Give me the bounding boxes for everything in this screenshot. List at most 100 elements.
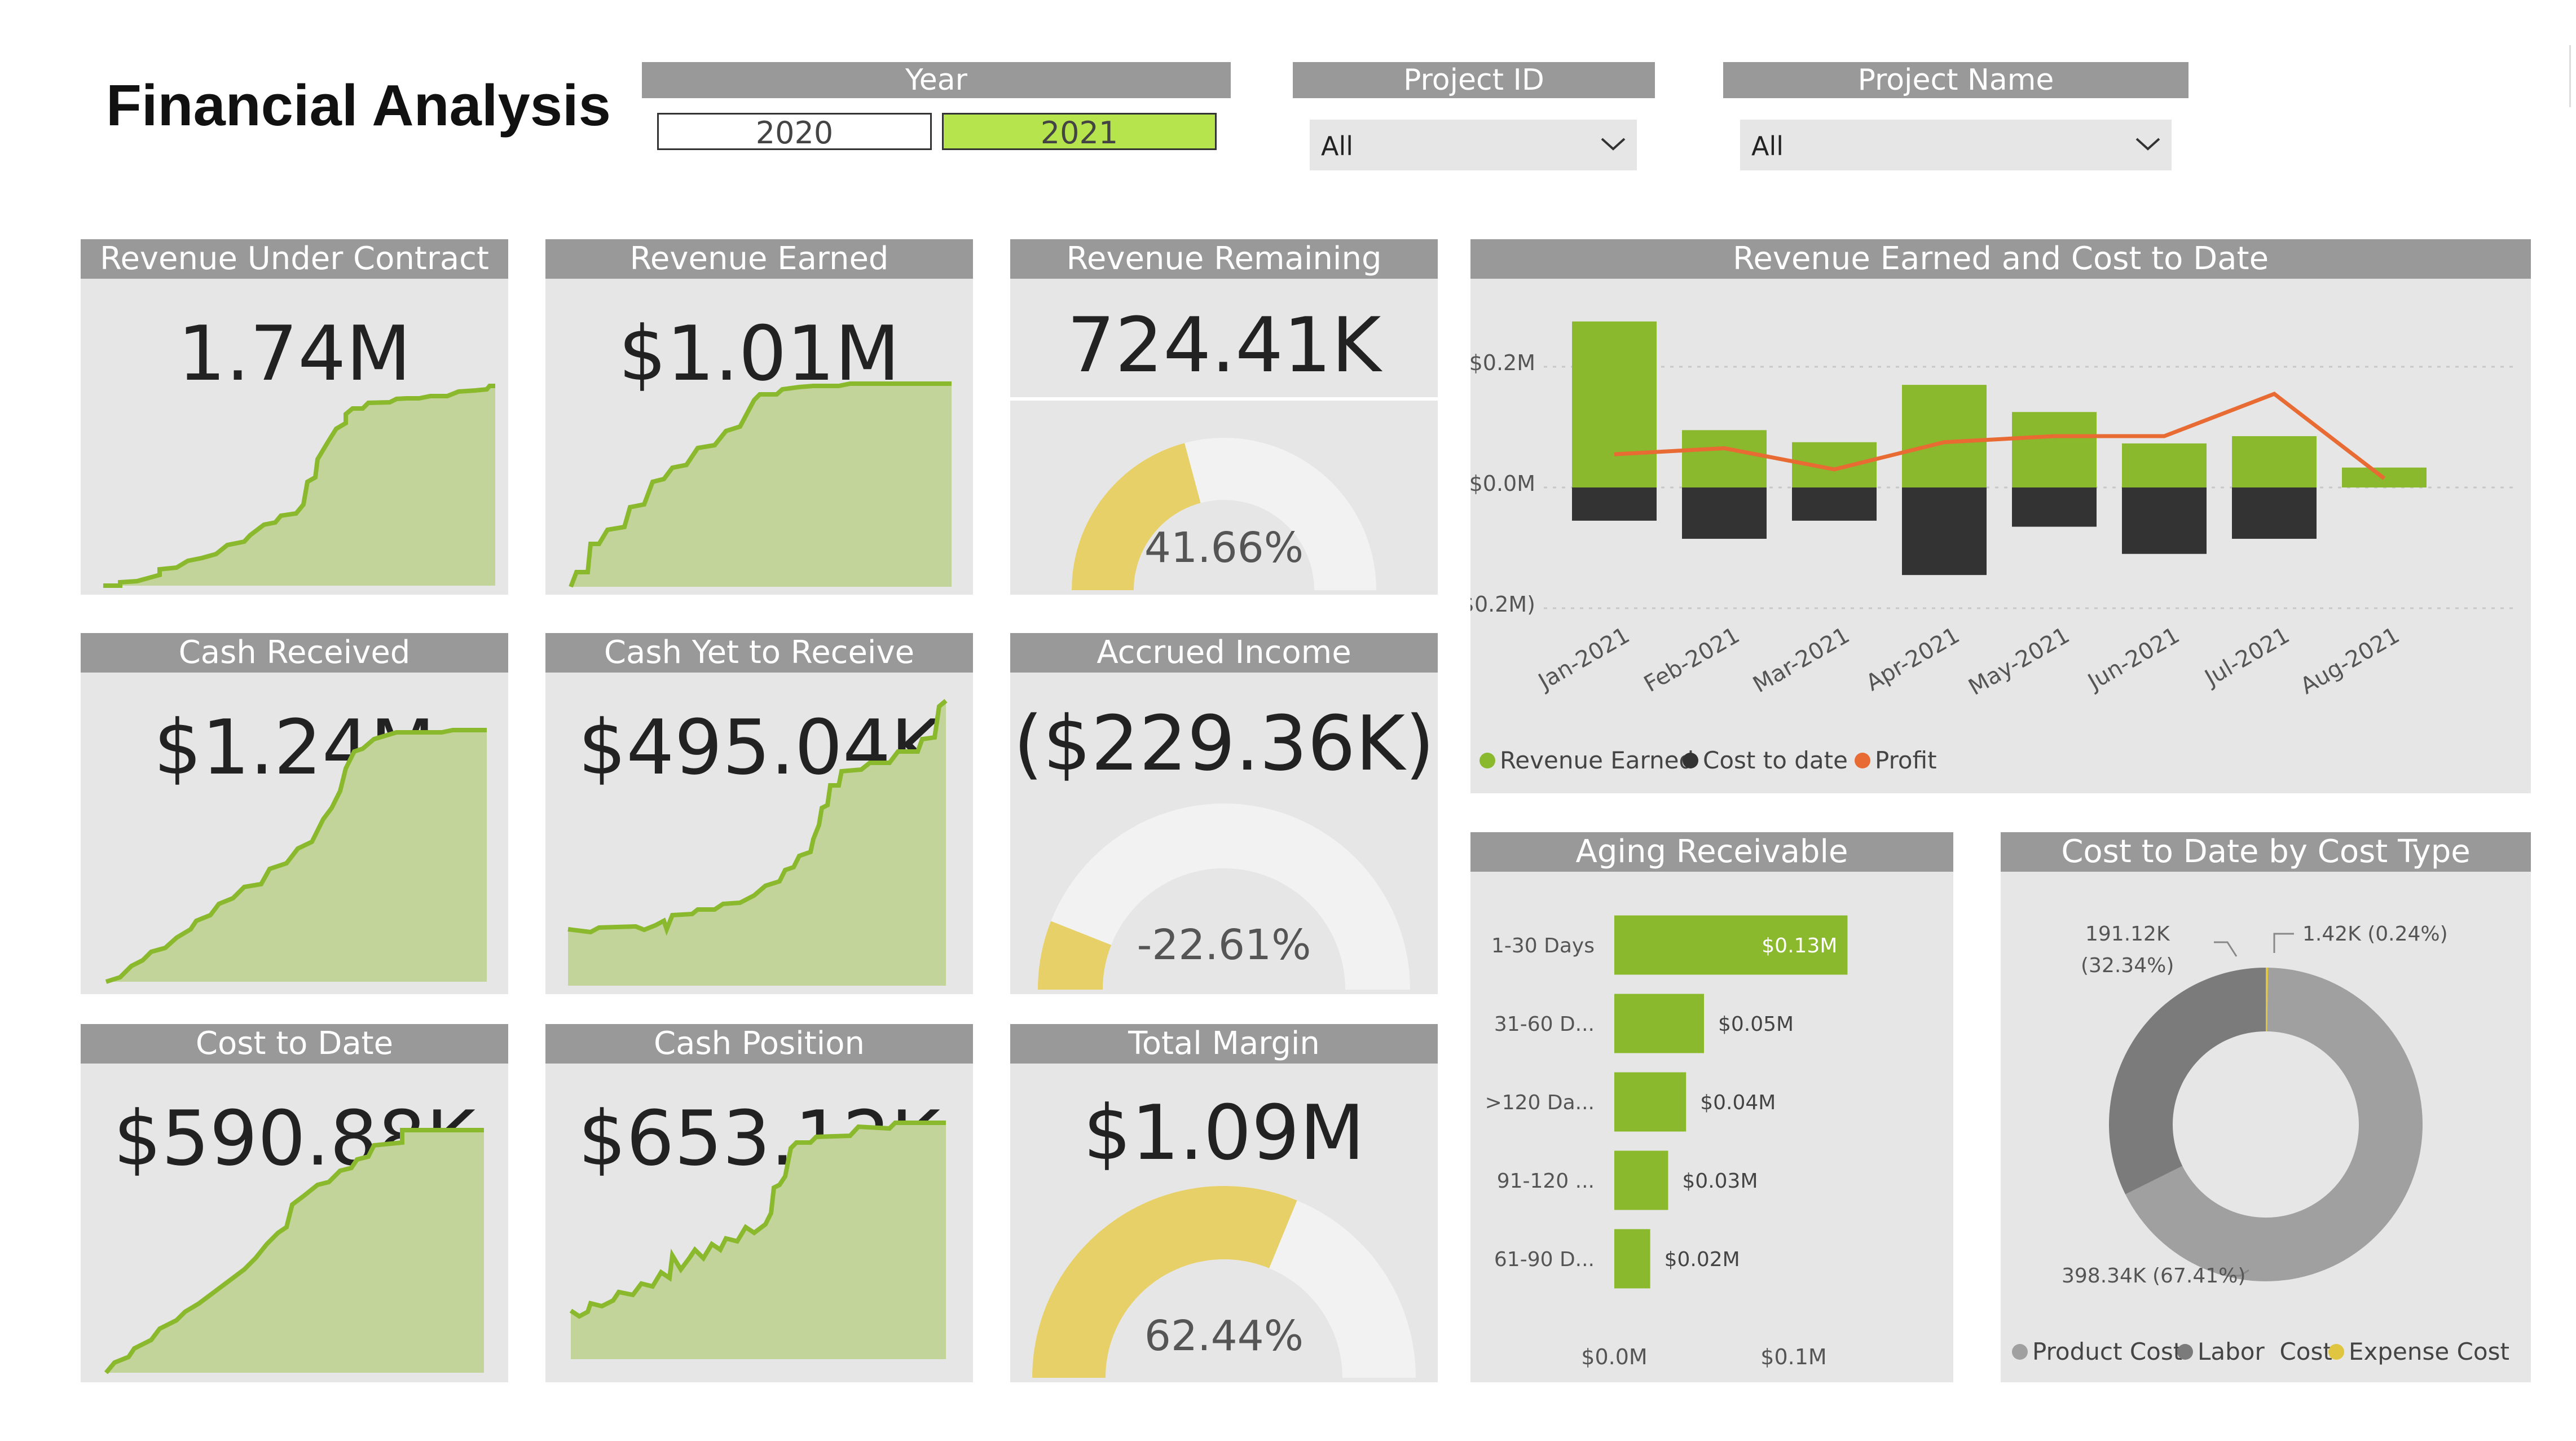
x-tick-label: Feb-2021 (1640, 622, 1744, 697)
cost-bar[interactable] (2012, 487, 2097, 527)
cost-bar[interactable] (2232, 487, 2317, 539)
cost-bar[interactable] (1902, 487, 1987, 575)
cost-bar[interactable] (1682, 487, 1767, 539)
kpi-card-body: $1.01M (545, 279, 973, 595)
kpi-card-cash-position[interactable]: Cash Position $653.12K (545, 1024, 973, 1382)
legend-dot-cost-to-date (1683, 753, 1698, 768)
cost-bar[interactable] (2122, 487, 2207, 554)
chevron-down-icon (2135, 138, 2160, 151)
gauge-percent: 41.66% (1144, 524, 1304, 572)
legend-label: Expense Cost (2349, 1338, 2509, 1365)
slice-label-labor: 191.12K (32.34%) (2081, 922, 2174, 977)
year-option-2021[interactable]: 2021 (942, 113, 1217, 151)
kpi-card-cost-to-date[interactable]: Cost to Date $590.88K (81, 1024, 508, 1382)
gauge-card-total-margin[interactable]: Total Margin $1.09M 62.44% (1010, 1024, 1438, 1382)
aging-receivable-card[interactable]: Aging Receivable 1-30 Days $0.13M 31-60 D.… (1470, 832, 1953, 1382)
gauge-percent: -22.61% (1137, 921, 1311, 969)
kpi-card-title: Revenue Under Contract (81, 239, 508, 279)
combo-chart-title: Revenue Earned and Cost to Date (1470, 239, 2531, 279)
gauge-card-accrued-income[interactable]: Accrued Income ($229.36K) -22.61% (1010, 633, 1438, 994)
combo-chart-body: $0.2M $0.0M ($0.2M) Jan-2021Feb-2021Mar-… (1470, 279, 2531, 793)
combo-legend[interactable]: Revenue Earned Cost to date Profit (1479, 746, 1937, 774)
combo-chart-card[interactable]: Revenue Earned and Cost to Date $0.2M $0… (1470, 239, 2531, 793)
gauge-value-panel: 724.41K (1010, 279, 1438, 397)
gauge-percent: 62.44% (1144, 1312, 1304, 1360)
category-label: 31-60 D... (1494, 1013, 1595, 1036)
x-tick-label: $0.1M (1760, 1345, 1826, 1369)
kpi-card-body: $495.04K (545, 673, 973, 994)
kpi-card-body: 1.74M (81, 279, 508, 595)
legend-dot-revenue-earned (1479, 753, 1495, 768)
gauge-card-title: Total Margin (1010, 1024, 1438, 1064)
legend-dot-profit (1855, 753, 1870, 768)
cost-bar[interactable] (1792, 487, 1877, 521)
kpi-sparkline (104, 1128, 484, 1374)
aging-bar[interactable] (1614, 1072, 1686, 1132)
kpi-card-title: Cash Yet to Receive (545, 633, 973, 673)
kpi-sparkline (569, 381, 952, 588)
combo-chart-plot: $0.2M $0.0M ($0.2M) Jan-2021Feb-2021Mar-… (1470, 321, 2514, 774)
legend-label: Product Cost (2032, 1338, 2182, 1365)
x-tick-label: Aug-2021 (2296, 622, 2404, 700)
kpi-card-body: $653.12K (545, 1064, 973, 1382)
chevron-down-icon (1601, 138, 1626, 151)
project-name-header: Project Name (1723, 62, 2189, 98)
donut-chart-title: Cost to Date by Cost Type (2001, 832, 2531, 872)
aging-chart-plot: 1-30 Days $0.13M 31-60 D... $0.05M >120 Da..… (1485, 915, 1848, 1369)
x-tick-label: Mar-2021 (1749, 622, 1854, 698)
gauge-body: $1.09M 62.44% (1010, 1064, 1438, 1382)
data-label: $0.05M (1718, 1013, 1794, 1036)
kpi-card-revenue-under-contract[interactable]: Revenue Under Contract 1.74M (81, 239, 508, 595)
x-tick-label: Jan-2021 (1533, 622, 1634, 696)
x-tick-label: Jul-2021 (2199, 622, 2294, 692)
legend-label: Revenue Earned (1500, 746, 1694, 774)
slice-label-product: 398.34K (67.41%) (2062, 1264, 2245, 1288)
x-tick-label: Apr-2021 (1862, 622, 1964, 696)
cost-type-card[interactable]: Cost to Date by Cost Type 191.12K (32.34%… (2001, 832, 2531, 1382)
revenue-bar[interactable] (2122, 443, 2207, 487)
kpi-card-cash-yet-to-receive[interactable]: Cash Yet to Receive $495.04K (545, 633, 973, 994)
donut-chart-plot: 191.12K (32.34%) 1.42K (0.24%) 398.34K (6… (2012, 922, 2509, 1365)
donut-slice[interactable] (2109, 968, 2266, 1194)
cost-bar[interactable] (1572, 487, 1657, 521)
revenue-bar[interactable] (2012, 412, 2097, 487)
data-label: $0.13M (1762, 934, 1837, 957)
category-label: 91-120 ... (1497, 1170, 1595, 1193)
revenue-bar[interactable] (1682, 430, 1767, 487)
y-tick-label: $0.2M (1470, 350, 1535, 375)
aging-bar[interactable] (1614, 994, 1704, 1053)
gauge-value: 724.41K (1067, 301, 1381, 389)
kpi-card-revenue-earned[interactable]: Revenue Earned $1.01M (545, 239, 973, 595)
gauge-card-revenue-remaining[interactable]: Revenue Remaining 724.41K 41.66% (1010, 239, 1438, 595)
project-name-value: All (1751, 131, 1784, 161)
revenue-bar[interactable] (1902, 385, 1987, 487)
kpi-sparkline (103, 384, 495, 588)
legend-label: Labor Cost (2198, 1338, 2332, 1365)
project-name-dropdown[interactable]: All (1740, 120, 2172, 170)
y-tick-label: $0.0M (1470, 471, 1535, 496)
edge-divider (2569, 45, 2571, 107)
legend-dot-expense-cost (2328, 1344, 2344, 1360)
donut-legend[interactable]: Product Cost Labor Cost Expense Cost (2012, 1338, 2509, 1365)
year-option-2020[interactable]: 2020 (657, 113, 932, 151)
x-tick-label: May-2021 (1964, 622, 2074, 701)
aging-bar[interactable] (1614, 1150, 1668, 1210)
legend-label: Cost to date (1703, 746, 1848, 774)
aging-bar[interactable] (1614, 1229, 1650, 1289)
category-label: 1-30 Days (1491, 934, 1595, 957)
project-id-dropdown[interactable]: All (1310, 120, 1637, 170)
kpi-card-title: Revenue Earned (545, 239, 973, 279)
category-label: >120 Da... (1485, 1091, 1595, 1114)
revenue-bar[interactable] (2232, 436, 2317, 487)
project-id-header: Project ID (1293, 62, 1655, 98)
data-label: $0.04M (1700, 1091, 1776, 1114)
slice-label-expense: 1.42K (0.24%) (2302, 922, 2448, 946)
gauge-card-title: Accrued Income (1010, 633, 1438, 673)
kpi-card-title: Cash Received (81, 633, 508, 673)
category-label: 61-90 D... (1494, 1248, 1595, 1271)
kpi-card-cash-received[interactable]: Cash Received $1.24M (81, 633, 508, 994)
revenue-bar[interactable] (1572, 321, 1657, 487)
legend-label: Profit (1875, 746, 1937, 774)
leader-line (2214, 941, 2238, 957)
aging-chart-body: 1-30 Days $0.13M 31-60 D... $0.05M >120 Da..… (1470, 872, 1953, 1382)
